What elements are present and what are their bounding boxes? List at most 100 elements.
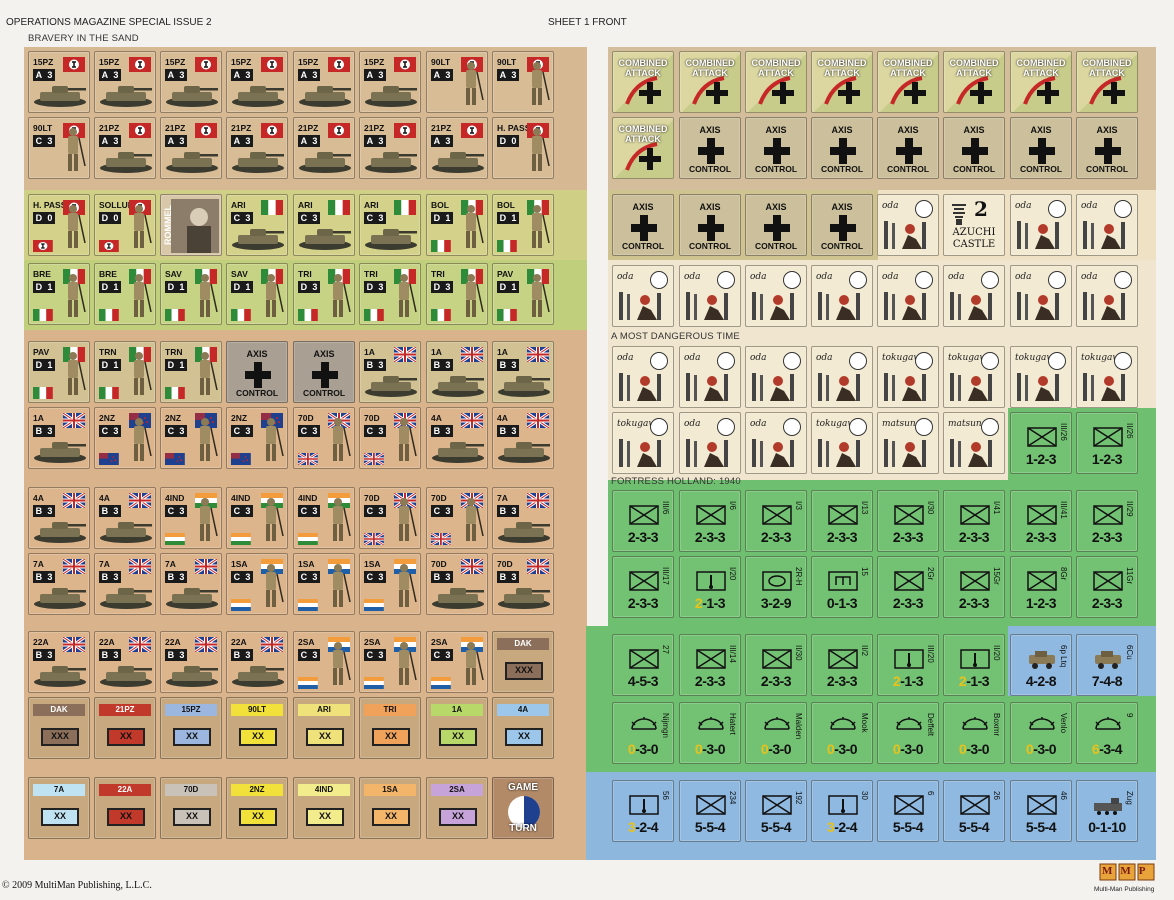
holland-unit-counter[interactable]: III/6 2-3-3	[612, 490, 674, 552]
counter-2sa[interactable]: 2SA XX	[426, 777, 488, 839]
counter-70d[interactable]: 70D B 3	[492, 553, 554, 615]
counter-bol[interactable]: BOL D 1	[426, 194, 488, 256]
clan-counter-tokugawa[interactable]: tokugawa	[811, 412, 873, 474]
holland-unit-counter[interactable]: 234 5-5-4	[679, 780, 741, 842]
holland-unit-counter[interactable]: 15Gr 2-3-3	[943, 556, 1005, 618]
holland-unit-counter[interactable]: 6Cu 7-4-8	[1076, 634, 1138, 696]
counter-1a[interactable]: 1A B 3	[426, 341, 488, 403]
holland-unit-counter[interactable]: Zug 0-1-10	[1076, 780, 1138, 842]
combined-attack-counter[interactable]: COMBINED ATTACK	[1076, 51, 1138, 113]
counter-70d[interactable]: 70D B 3	[426, 553, 488, 615]
counter-15pz[interactable]: 15PZ A 3	[94, 51, 156, 113]
clan-counter-oda[interactable]: oda	[679, 265, 741, 327]
counter-trn[interactable]: TRN D 1	[160, 341, 222, 403]
counter-bre[interactable]: BRE D 1	[94, 263, 156, 325]
clan-counter-matsunaga[interactable]: matsunaga	[943, 412, 1005, 474]
holland-unit-counter[interactable]: Nijmgn 0-3-0	[612, 702, 674, 764]
axis-control-counter[interactable]: AXIS CONTROL	[811, 194, 873, 256]
counter-15pz[interactable]: 15PZ A 3	[359, 51, 421, 113]
counter-2nz[interactable]: 2NZ C 3	[160, 407, 222, 469]
clan-counter-oda[interactable]: oda	[745, 265, 807, 327]
counter-1sa[interactable]: 1SA C 3	[226, 553, 288, 615]
counter-15pz[interactable]: 15PZ A 3	[28, 51, 90, 113]
clan-counter-oda[interactable]: oda	[811, 346, 873, 408]
counter-4ind[interactable]: 4IND C 3	[226, 487, 288, 549]
holland-unit-counter[interactable]: Malden 0-3-0	[745, 702, 807, 764]
holland-unit-counter[interactable]: I/3 2-3-3	[745, 490, 807, 552]
combined-attack-counter[interactable]: COMBINED ATTACK	[943, 51, 1005, 113]
counter-70d[interactable]: 70D C 3	[359, 407, 421, 469]
counter-21pz[interactable]: 21PZ A 3	[94, 117, 156, 179]
holland-unit-counter[interactable]: 2Gr 2-3-3	[877, 556, 939, 618]
clan-counter-matsunaga[interactable]: matsunaga	[877, 412, 939, 474]
holland-unit-counter[interactable]: II/29 2-3-3	[1076, 490, 1138, 552]
counter-tri[interactable]: TRI XX	[359, 697, 421, 759]
holland-unit-counter[interactable]: 2R-H 3-2-9	[745, 556, 807, 618]
holland-unit-counter[interactable]: Deffelt 0-3-0	[877, 702, 939, 764]
counter-2sa[interactable]: 2SA C 3	[426, 631, 488, 693]
counter-70d[interactable]: 70D C 3	[293, 407, 355, 469]
combined-attack-counter[interactable]: COMBINED ATTACK	[811, 51, 873, 113]
counter-ari[interactable]: ARI C 3	[359, 194, 421, 256]
holland-unit-counter[interactable]: 46 5-5-4	[1010, 780, 1072, 842]
axis-control-counter[interactable]: AXIS CONTROL	[612, 194, 674, 256]
holland-unit-counter[interactable]: 56 3-2-4	[612, 780, 674, 842]
counter-2nz[interactable]: 2NZ C 3	[94, 407, 156, 469]
counter-4a[interactable]: 4A XX	[492, 697, 554, 759]
combined-attack-counter[interactable]: COMBINED ATTACK	[745, 51, 807, 113]
counter-h-pass[interactable]: H. PASS D 0	[492, 117, 554, 179]
counter-7a[interactable]: 7A XX	[28, 777, 90, 839]
counter-70d[interactable]: 70D XX	[160, 777, 222, 839]
clan-counter-oda[interactable]: oda	[679, 346, 741, 408]
counter-4a[interactable]: 4A B 3	[492, 407, 554, 469]
combined-attack-counter[interactable]: COMBINED ATTACK	[612, 51, 674, 113]
holland-unit-counter[interactable]: I/20 2-1-3	[679, 556, 741, 618]
counter-axis[interactable]: AXIS CONTROL	[226, 341, 288, 403]
holland-unit-counter[interactable]: I/30 2-3-3	[877, 490, 939, 552]
holland-unit-counter[interactable]: 15 0-1-3	[811, 556, 873, 618]
counter-4ind[interactable]: 4IND C 3	[160, 487, 222, 549]
counter-15pz[interactable]: 15PZ A 3	[293, 51, 355, 113]
axis-control-counter[interactable]: AXIS CONTROL	[811, 117, 873, 179]
clan-counter-oda[interactable]: oda	[1010, 194, 1072, 256]
holland-unit-counter[interactable]: II/2 2-3-3	[811, 634, 873, 696]
counter-ari[interactable]: ARI C 3	[293, 194, 355, 256]
holland-unit-counter[interactable]: 11Gr 2-3-3	[1076, 556, 1138, 618]
combined-attack-counter[interactable]: COMBINED ATTACK	[1010, 51, 1072, 113]
counter-ari[interactable]: ARI XX	[293, 697, 355, 759]
clan-counter-oda[interactable]: oda	[877, 194, 939, 256]
holland-unit-counter[interactable]: III/20 2-1-3	[877, 634, 939, 696]
clan-counter-oda[interactable]: oda	[877, 265, 939, 327]
counter-4ind[interactable]: 4IND XX	[293, 777, 355, 839]
counter-70d[interactable]: 70D C 3	[359, 487, 421, 549]
combined-attack-counter[interactable]: COMBINED ATTACK	[679, 51, 741, 113]
holland-unit-counter[interactable]: I/6 2-3-3	[679, 490, 741, 552]
counter-21pz[interactable]: 21PZ A 3	[293, 117, 355, 179]
holland-unit-counter[interactable]: 9 6-3-4	[1076, 702, 1138, 764]
counter-22a[interactable]: 22A XX	[94, 777, 156, 839]
combined-attack-counter[interactable]: COMBINED ATTACK	[877, 51, 939, 113]
holland-unit-counter[interactable]: Mook 0-3-0	[811, 702, 873, 764]
holland-unit-counter[interactable]: II/26 1-2-3	[1076, 412, 1138, 474]
axis-control-counter[interactable]: AXIS CONTROL	[1010, 117, 1072, 179]
clan-counter-oda[interactable]: oda	[811, 265, 873, 327]
counter-2sa[interactable]: 2SA C 3	[359, 631, 421, 693]
clan-counter-tokugawa[interactable]: tokugawa	[1010, 346, 1072, 408]
counter-1a[interactable]: 1A B 3	[28, 407, 90, 469]
holland-unit-counter[interactable]: I/41 2-3-3	[943, 490, 1005, 552]
counter-22a[interactable]: 22A B 3	[226, 631, 288, 693]
holland-unit-counter[interactable]: 30 3-2-4	[811, 780, 873, 842]
clan-counter-oda[interactable]: oda	[1010, 265, 1072, 327]
counter-dak[interactable]: DAK XXX	[28, 697, 90, 759]
counter-4ind[interactable]: 4IND C 3	[293, 487, 355, 549]
axis-control-counter[interactable]: AXIS CONTROL	[745, 194, 807, 256]
azuchi-castle-counter[interactable]: 2 AZUCHI CASTLE	[943, 194, 1005, 256]
clan-counter-oda[interactable]: oda	[745, 412, 807, 474]
counter-7a[interactable]: 7A B 3	[492, 487, 554, 549]
counter-1a[interactable]: 1A B 3	[359, 341, 421, 403]
counter-rommel[interactable]: ROMMEL	[160, 194, 222, 256]
holland-unit-counter[interactable]: III/14 2-3-3	[679, 634, 741, 696]
holland-unit-counter[interactable]: III/17 2-3-3	[612, 556, 674, 618]
counter-sollum[interactable]: SOLLUM D 0	[94, 194, 156, 256]
counter-bol[interactable]: BOL D 1	[492, 194, 554, 256]
